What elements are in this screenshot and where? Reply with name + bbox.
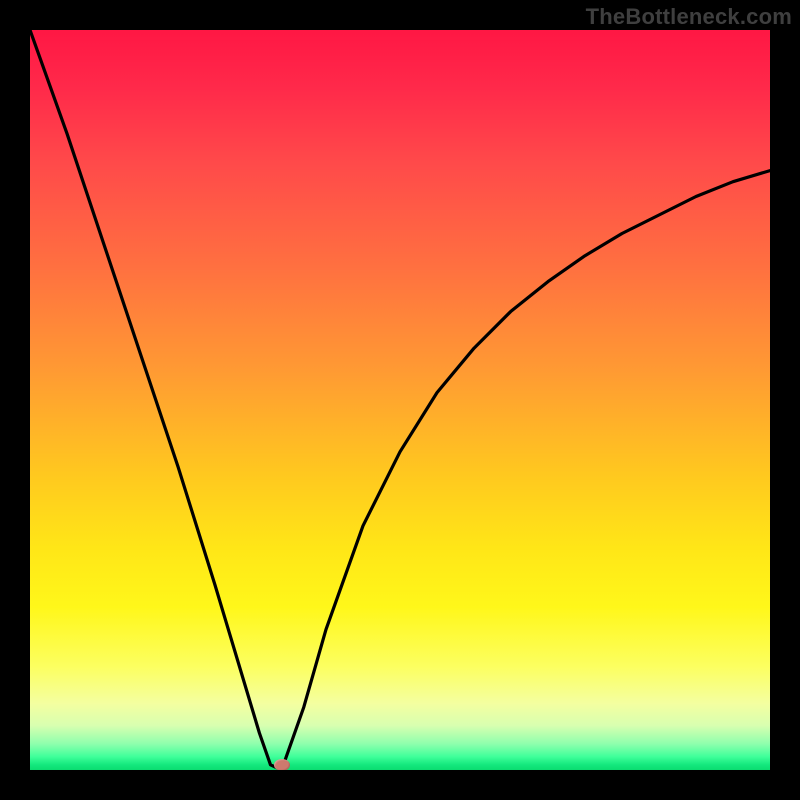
minimum-marker xyxy=(274,759,290,770)
chart-frame: TheBottleneck.com xyxy=(0,0,800,800)
bottleneck-curve-path xyxy=(30,30,770,770)
plot-area xyxy=(30,30,770,770)
watermark-text: TheBottleneck.com xyxy=(586,4,792,30)
curve-svg xyxy=(30,30,770,770)
